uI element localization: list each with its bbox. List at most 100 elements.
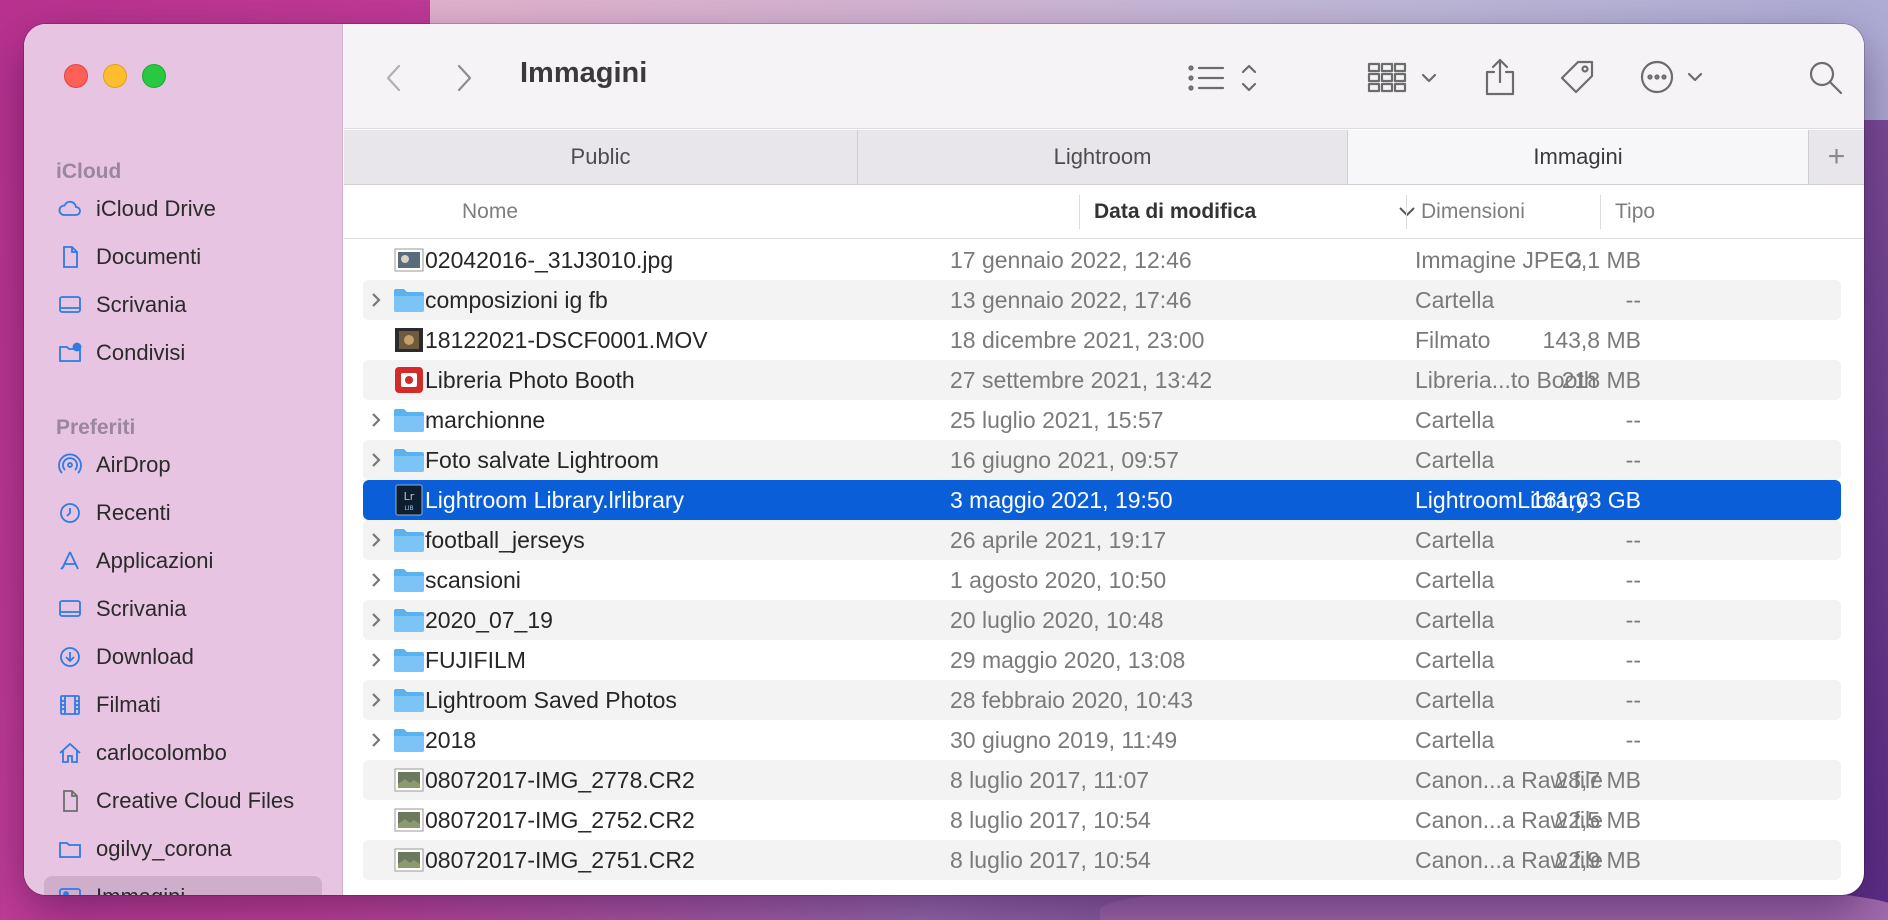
sidebar-section-preferiti: Preferiti [56, 416, 136, 439]
disclosure-chevron-icon[interactable] [369, 720, 387, 760]
svg-text:Lr: Lr [404, 490, 415, 503]
disclosure-chevron-icon[interactable] [369, 600, 387, 640]
file-row[interactable]: 08072017-IMG_2778.CR2 8 luglio 2017, 11:0… [363, 760, 1841, 800]
file-kind: Canon...a Raw file [1415, 806, 1603, 833]
sidebar-item-filmati[interactable]: Filmati [44, 684, 322, 726]
photobooth-icon [393, 360, 425, 400]
file-kind: Cartella [1415, 446, 1495, 473]
search-button[interactable] [1804, 56, 1848, 100]
file-kind: Cartella [1415, 606, 1495, 633]
sidebar-item-scrivania[interactable]: Scrivania [44, 284, 322, 326]
sidebar-item-recenti[interactable]: Recenti [44, 492, 322, 534]
sidebar-item-label: Recenti [96, 500, 171, 525]
file-size: -- [1625, 726, 1641, 753]
column-header: Nome Data di modifica Dimensioni Tipo [344, 185, 1864, 239]
file-row[interactable]: Lr LIB Lightroom Library.lrlibrary 3 maggio… [363, 480, 1841, 520]
minimize-button[interactable] [103, 64, 127, 88]
disclosure-chevron-icon[interactable] [369, 440, 387, 480]
disclosure-chevron-icon[interactable] [369, 640, 387, 680]
group-button[interactable] [1366, 58, 1446, 98]
tab-immagini[interactable]: Immagini [1348, 130, 1809, 184]
column-divider[interactable] [1406, 195, 1407, 229]
column-divider[interactable] [1600, 195, 1601, 229]
file-kind: Cartella [1415, 646, 1495, 673]
sidebar-item-airdrop[interactable]: AirDrop [44, 444, 322, 486]
file-kind: LightroomLibrary [1415, 486, 1588, 513]
column-size[interactable]: Dimensioni [1421, 185, 1525, 239]
back-button[interactable] [376, 60, 412, 96]
disclosure-chevron-icon[interactable] [369, 280, 387, 320]
folder-icon [393, 560, 425, 600]
file-date: 16 giugno 2021, 09:57 [950, 446, 1179, 473]
disclosure-chevron-icon[interactable] [369, 560, 387, 600]
folder-icon [393, 280, 425, 320]
share-button[interactable] [1478, 54, 1522, 100]
sort-chevron-down-icon[interactable] [1398, 185, 1416, 239]
file-row[interactable]: composizioni ig fb 13 gennaio 2022, 17:46… [363, 280, 1841, 320]
sidebar-item-label: Filmati [96, 692, 161, 717]
folder-icon [393, 600, 425, 640]
sidebar-item-carlocolombo[interactable]: carlocolombo [44, 732, 322, 774]
file-date: 28 febbraio 2020, 10:43 [950, 686, 1193, 713]
file-row[interactable]: Libreria Photo Booth 27 settembre 2021, 1… [363, 360, 1841, 400]
file-name: 2020_07_19 [425, 606, 553, 633]
file-list: 02042016-_31J3010.jpg 17 gennaio 2022, 12… [344, 240, 1864, 895]
sidebar-item-scrivania-2[interactable]: Scrivania [44, 588, 322, 630]
file-row[interactable]: 08072017-IMG_2751.CR2 8 luglio 2017, 10:5… [363, 840, 1841, 880]
applications-icon [56, 547, 84, 575]
sidebar-item-condivisi[interactable]: Condivisi [44, 332, 322, 374]
file-row[interactable]: 2018 30 giugno 2019, 11:49 -- Cartella [363, 720, 1841, 760]
file-name: 2018 [425, 726, 477, 753]
search-icon [1809, 61, 1843, 95]
sidebar-item-applicazioni[interactable]: Applicazioni [44, 540, 322, 582]
file-row[interactable]: Foto salvate Lightroom 16 giugno 2021, 09… [363, 440, 1841, 480]
sidebar-item-documenti[interactable]: Documenti [44, 236, 322, 278]
sidebar-item-icloud-drive[interactable]: iCloud Drive [44, 188, 322, 230]
sidebar-item-creative-cloud-files[interactable]: Creative Cloud Files [44, 780, 322, 822]
file-date: 8 luglio 2017, 10:54 [950, 846, 1151, 873]
chevron-right-icon [457, 64, 472, 92]
file-row[interactable]: 2020_07_19 20 luglio 2020, 10:48 -- Cartell… [363, 600, 1841, 640]
file-row[interactable]: 02042016-_31J3010.jpg 17 gennaio 2022, 12… [363, 240, 1841, 280]
column-divider[interactable] [1079, 195, 1080, 229]
file-row[interactable]: 18122021-DSCF0001.MOV 18 dicembre 2021, 2… [363, 320, 1841, 360]
movie-icon [393, 320, 425, 360]
column-date[interactable]: Data di modifica [1094, 185, 1256, 239]
tab-public[interactable]: Public [344, 130, 858, 184]
airdrop-icon [56, 451, 84, 479]
more-actions-button[interactable] [1636, 54, 1716, 100]
file-date: 25 luglio 2021, 15:57 [950, 406, 1164, 433]
file-row[interactable]: Lightroom Saved Photos 28 febbraio 2020, … [363, 680, 1841, 720]
tags-button[interactable] [1554, 54, 1600, 100]
raw-icon [393, 760, 425, 800]
sidebar-item-ogilvy-corona[interactable]: ogilvy_corona [44, 828, 322, 870]
sidebar-item-immagini[interactable]: Immagini [44, 876, 322, 895]
file-row[interactable]: marchionne 25 luglio 2021, 15:57 -- Cartell… [363, 400, 1841, 440]
disclosure-chevron-icon[interactable] [369, 680, 387, 720]
forward-button[interactable] [446, 60, 482, 96]
tab-bar: Public Lightroom Immagini + [344, 130, 1864, 185]
file-size: -- [1625, 566, 1641, 593]
file-row[interactable]: scansioni 1 agosto 2020, 10:50 -- Cartella [363, 560, 1841, 600]
file-kind: Cartella [1415, 686, 1495, 713]
file-kind: Canon...a Raw file [1415, 846, 1603, 873]
column-name[interactable]: Nome [462, 185, 518, 239]
new-tab-button[interactable]: + [1809, 130, 1864, 184]
tab-lightroom[interactable]: Lightroom [858, 130, 1348, 184]
desktop-icon [56, 291, 84, 319]
file-row[interactable]: 08072017-IMG_2752.CR2 8 luglio 2017, 10:5… [363, 800, 1841, 840]
file-row[interactable]: football_jerseys 26 aprile 2021, 19:17 -- C… [363, 520, 1841, 560]
column-kind[interactable]: Tipo [1615, 185, 1655, 239]
file-name: 08072017-IMG_2751.CR2 [425, 846, 695, 873]
close-button[interactable] [64, 64, 88, 88]
disclosure-chevron-icon[interactable] [369, 520, 387, 560]
view-list-button[interactable] [1186, 58, 1266, 98]
sidebar-item-label: carlocolombo [96, 740, 227, 765]
file-size: -- [1625, 286, 1641, 313]
file-row[interactable]: FUJIFILM 29 maggio 2020, 13:08 -- Cartella [363, 640, 1841, 680]
sidebar-item-download[interactable]: Download [44, 636, 322, 678]
grid-icon [1367, 62, 1437, 93]
zoom-button[interactable] [142, 64, 166, 88]
disclosure-chevron-icon[interactable] [369, 400, 387, 440]
file-kind: Cartella [1415, 406, 1495, 433]
